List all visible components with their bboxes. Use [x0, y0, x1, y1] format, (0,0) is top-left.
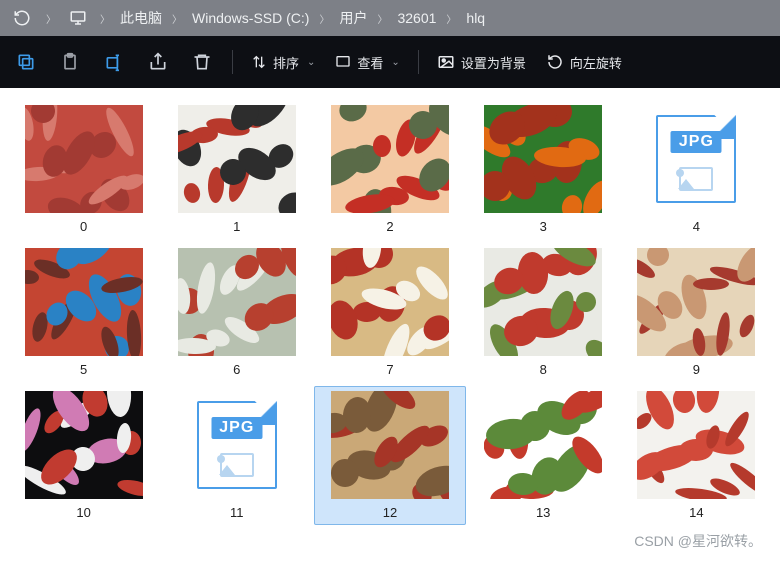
view-label: 查看 [357, 53, 383, 72]
chevron-down-icon: ⌄ [391, 57, 399, 68]
set-background-button[interactable]: 设置为背景 [429, 53, 534, 72]
thumbnail [484, 105, 602, 213]
thumbnail [331, 248, 449, 356]
file-name-label: 11 [230, 505, 244, 520]
chevron-right-icon: 〉 [100, 15, 110, 26]
file-item[interactable]: 0 [8, 100, 159, 239]
file-item[interactable]: JPG 11 [161, 386, 312, 525]
file-item[interactable]: 3 [468, 100, 619, 239]
monitor-icon[interactable] [66, 9, 90, 27]
chevron-right-icon: 〉 [172, 15, 182, 26]
refresh-icon[interactable] [8, 9, 36, 27]
chevron-right-icon: 〉 [46, 11, 56, 26]
file-item[interactable]: 7 [314, 243, 465, 382]
file-item[interactable]: 14 [621, 386, 772, 525]
file-name-label: 7 [386, 362, 393, 377]
divider [232, 50, 233, 74]
thumbnail [331, 105, 449, 213]
rotate-left-label: 向左旋转 [570, 53, 622, 72]
file-name-label: 0 [80, 219, 87, 234]
thumbnail [178, 248, 296, 356]
thumbnail [25, 248, 143, 356]
rotate-left-button[interactable]: 向左旋转 [538, 53, 630, 72]
breadcrumb-item[interactable]: hlq [466, 10, 485, 26]
chevron-right-icon: 〉 [319, 15, 329, 26]
share-icon[interactable] [138, 42, 178, 82]
file-grid-area: 0123 JPG 45678910 JPG 11121314 [0, 88, 780, 577]
sort-button[interactable]: 排序 ⌄ [243, 53, 323, 72]
view-button[interactable]: 查看 ⌄ [327, 53, 407, 72]
chevron-down-icon: ⌄ [307, 57, 315, 68]
thumbnail [637, 391, 755, 499]
clipboard-icon[interactable] [50, 42, 90, 82]
set-bg-label: 设置为背景 [461, 53, 526, 72]
thumbnail [25, 105, 143, 213]
jpg-file-icon: JPG [656, 115, 736, 203]
chevron-right-icon: 〉 [377, 15, 387, 26]
thumbnail [178, 105, 296, 213]
file-name-label: 14 [689, 505, 703, 520]
copy-icon[interactable] [6, 42, 46, 82]
file-item[interactable]: 13 [468, 386, 619, 525]
rename-icon[interactable] [94, 42, 134, 82]
thumbnail: JPG [178, 391, 296, 499]
breadcrumb-bar: 〉 〉此电脑〉Windows-SSD (C:)〉用户〉32601〉hlq [0, 0, 780, 36]
thumbnail [484, 391, 602, 499]
file-item[interactable]: 6 [161, 243, 312, 382]
file-name-label: 5 [80, 362, 87, 377]
thumbnail [331, 391, 449, 499]
file-name-label: 13 [536, 505, 550, 520]
file-name-label: 2 [386, 219, 393, 234]
file-item[interactable]: 9 [621, 243, 772, 382]
file-item[interactable]: JPG 4 [621, 100, 772, 239]
file-item[interactable]: 1 [161, 100, 312, 239]
file-name-label: 12 [383, 505, 397, 520]
breadcrumb-item[interactable]: Windows-SSD (C:) [192, 10, 309, 26]
divider [418, 50, 419, 74]
file-item[interactable]: 2 [314, 100, 465, 239]
thumbnail [637, 248, 755, 356]
chevron-right-icon: 〉 [446, 15, 456, 26]
file-item[interactable]: 8 [468, 243, 619, 382]
file-name-label: 3 [540, 219, 547, 234]
file-name-label: 9 [693, 362, 700, 377]
thumbnail: JPG [637, 105, 755, 213]
sort-label: 排序 [273, 53, 299, 72]
thumbnail [484, 248, 602, 356]
file-name-label: 10 [76, 505, 90, 520]
file-name-label: 1 [233, 219, 240, 234]
breadcrumb-item[interactable]: 用户 [339, 10, 367, 26]
thumbnail [25, 391, 143, 499]
toolbar: 排序 ⌄ 查看 ⌄ 设置为背景 向左旋转 [0, 36, 780, 88]
breadcrumb-item[interactable]: 32601 [397, 10, 436, 26]
file-name-label: 6 [233, 362, 240, 377]
file-name-label: 8 [540, 362, 547, 377]
file-item[interactable]: 12 [314, 386, 465, 525]
jpg-file-icon: JPG [197, 401, 277, 489]
file-name-label: 4 [693, 219, 700, 234]
delete-icon[interactable] [182, 42, 222, 82]
file-item[interactable]: 5 [8, 243, 159, 382]
breadcrumb-item[interactable]: 此电脑 [120, 10, 162, 26]
file-item[interactable]: 10 [8, 386, 159, 525]
